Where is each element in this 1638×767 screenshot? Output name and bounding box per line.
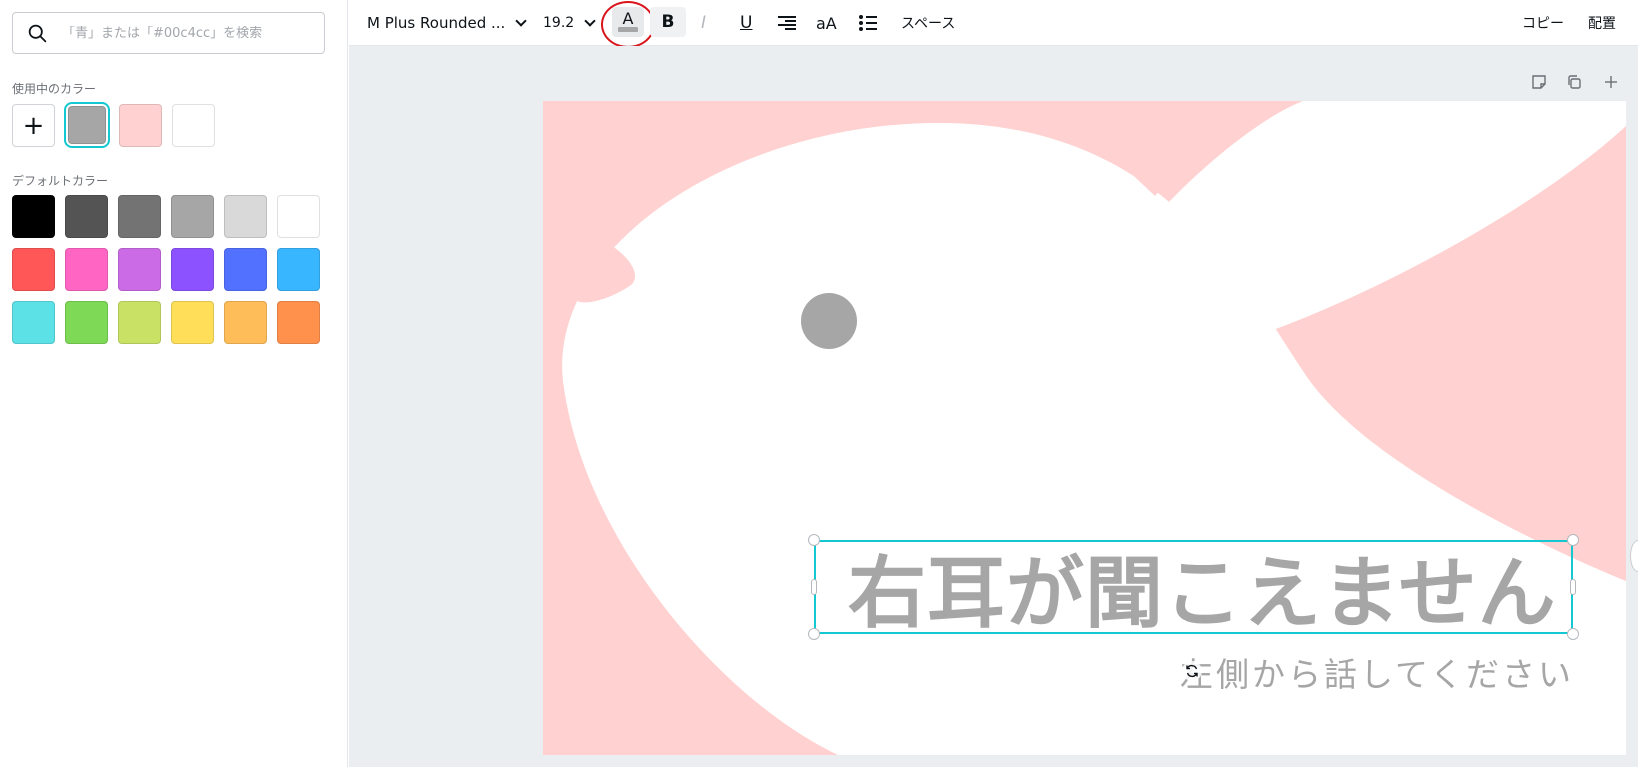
default-color-swatch[interactable]	[171, 248, 214, 291]
letter-case-button[interactable]: aA	[816, 0, 837, 46]
italic-button[interactable]: I	[701, 0, 706, 46]
duplicate-page-icon[interactable]	[1564, 72, 1584, 92]
annotation-circle	[601, 1, 655, 48]
default-color-swatch[interactable]	[171, 301, 214, 344]
headline-text[interactable]: 右耳が聞こえません	[848, 540, 1557, 639]
default-color-swatch[interactable]	[277, 248, 320, 291]
align-right-icon	[778, 16, 796, 30]
in-use-color-swatch[interactable]	[172, 104, 215, 147]
resize-handle-top-left[interactable]	[808, 534, 820, 546]
default-color-swatch[interactable]	[277, 195, 320, 238]
plus-icon: +	[22, 110, 45, 141]
default-color-swatch[interactable]	[12, 195, 55, 238]
default-color-swatch[interactable]	[12, 248, 55, 291]
default-colors-label: デフォルトカラー	[12, 174, 109, 188]
default-color-swatch[interactable]	[65, 248, 108, 291]
color-panel: 使用中のカラー + デフォルトカラー	[0, 0, 348, 767]
in-use-colors-label: 使用中のカラー	[12, 82, 97, 96]
resize-handle-bottom-left[interactable]	[808, 628, 820, 640]
text-toolbar: M Plus Rounded ... 19.2 A B I U aA スペース …	[349, 0, 1638, 48]
default-color-swatch[interactable]	[224, 301, 267, 344]
note-icon[interactable]	[1529, 72, 1549, 92]
default-color-swatch[interactable]	[171, 195, 214, 238]
chevron-down-icon	[515, 14, 527, 27]
list-button[interactable]	[859, 0, 877, 46]
resize-handle-right[interactable]	[1570, 579, 1576, 595]
spacing-button[interactable]: スペース	[901, 0, 955, 46]
default-color-swatch[interactable]	[118, 248, 161, 291]
resize-handle-left[interactable]	[811, 579, 817, 595]
color-search-box[interactable]	[12, 12, 325, 54]
default-color-swatch[interactable]	[118, 195, 161, 238]
font-family-dropdown[interactable]: M Plus Rounded ...	[367, 0, 527, 46]
font-size-value: 19.2	[543, 15, 575, 31]
bold-button[interactable]: B	[650, 7, 686, 37]
rotate-icon[interactable]	[1182, 661, 1202, 681]
default-color-swatch[interactable]	[118, 301, 161, 344]
copy-button[interactable]: コピー	[1522, 0, 1564, 46]
search-icon	[28, 24, 47, 42]
add-page-icon[interactable]	[1601, 72, 1621, 92]
in-use-color-swatch[interactable]	[119, 104, 162, 147]
in-use-color-swatch[interactable]	[64, 102, 110, 148]
font-family-value: M Plus Rounded ...	[367, 14, 506, 32]
color-search-input[interactable]	[62, 25, 322, 41]
default-color-swatch[interactable]	[277, 301, 320, 344]
default-color-swatch[interactable]	[65, 195, 108, 238]
align-right-button[interactable]	[777, 0, 797, 46]
resize-handle-top-right[interactable]	[1567, 534, 1579, 546]
rabbit-eye	[801, 293, 857, 349]
default-color-swatch[interactable]	[65, 301, 108, 344]
resize-handle-bottom-right[interactable]	[1567, 628, 1579, 640]
default-color-swatch[interactable]	[224, 195, 267, 238]
underline-button[interactable]: U	[740, 0, 752, 46]
bullet-list-icon	[859, 15, 877, 31]
subheading-text[interactable]: 左側から話してください	[1180, 648, 1574, 696]
arrange-button[interactable]: 配置	[1588, 0, 1616, 46]
add-color-button[interactable]: +	[12, 104, 55, 147]
default-color-swatch[interactable]	[12, 301, 55, 344]
default-color-swatch[interactable]	[224, 248, 267, 291]
chevron-down-icon	[584, 14, 596, 27]
font-size-dropdown[interactable]: 19.2	[543, 0, 596, 46]
